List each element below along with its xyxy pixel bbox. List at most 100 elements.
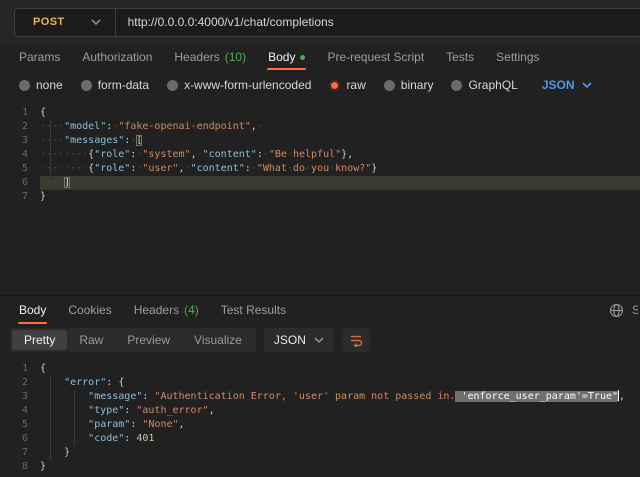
code-content: "type": "auth_error", <box>40 404 640 418</box>
response-format-select[interactable]: JSON <box>264 328 334 352</box>
tab-headers[interactable]: Headers (10) <box>163 44 257 70</box>
indent-guide <box>50 120 51 190</box>
body-type-radio-graphql[interactable]: GraphQL <box>451 78 517 92</box>
body-type-radio-raw[interactable]: raw <box>329 78 365 92</box>
tab-label: Authorization <box>82 50 152 64</box>
tab-label: Cookies <box>68 303 111 317</box>
token: know?" <box>335 163 371 174</box>
response-section: Body Cookies Headers(4)Test Results S Pret… <box>0 295 640 477</box>
body-type-radio-form-data[interactable]: form-data <box>81 78 149 92</box>
globe-icon[interactable] <box>609 303 624 318</box>
token: ···· <box>40 135 64 146</box>
tab-authorization[interactable]: Authorization <box>71 44 163 70</box>
tab-label: Body <box>268 50 295 64</box>
chevron-down-icon <box>91 19 101 25</box>
code-line[interactable]: 2····"model":·"fake-openai-endpoint",· <box>0 120 640 134</box>
token: "type" <box>88 405 124 416</box>
status-text-clipped: S <box>632 303 638 317</box>
response-header: Body Cookies Headers(4)Test Results S <box>0 296 640 324</box>
token: 401 <box>136 433 154 444</box>
view-button-pretty[interactable]: Pretty <box>12 330 67 350</box>
view-button-preview[interactable]: Preview <box>115 330 182 350</box>
body-type-radio-binary[interactable]: binary <box>384 78 434 92</box>
tab-test-results[interactable]: Test Results <box>210 296 297 324</box>
request-body-editor[interactable]: 1{2····"model":·"fake-openai-endpoint",·… <box>0 100 640 295</box>
tab-cookies[interactable]: Cookies <box>57 296 122 324</box>
radio-label: none <box>36 78 63 92</box>
code-content: "error": { <box>40 376 640 390</box>
code-line[interactable]: 4 "type": "auth_error", <box>0 404 640 418</box>
token: "model" <box>64 121 106 132</box>
token <box>40 391 88 402</box>
token: } <box>64 447 70 458</box>
wrap-text-button[interactable] <box>342 328 370 352</box>
response-format-label: JSON <box>274 333 306 347</box>
code-line[interactable]: 7} <box>0 190 640 204</box>
token: , <box>209 405 215 416</box>
code-content: } <box>40 446 640 460</box>
token: } <box>40 461 46 472</box>
code-content: ····"model":·"fake-openai-endpoint",· <box>40 120 640 134</box>
indent-guide <box>50 376 51 460</box>
tab-headers[interactable]: Headers(4) <box>123 296 210 324</box>
code-line[interactable]: 3 "message": "Authentication Error, 'use… <box>0 390 640 404</box>
token: ···· <box>40 121 64 132</box>
radio-label: raw <box>346 78 365 92</box>
code-line[interactable]: 5 "param": "None", <box>0 418 640 432</box>
tab-params[interactable]: Params <box>8 44 71 70</box>
code-line[interactable]: 4········{"role":·"system",·"content":·"… <box>0 148 640 162</box>
token: "role" <box>94 149 130 160</box>
code-content: ····] <box>40 176 640 190</box>
token: "content" <box>203 149 257 160</box>
line-number: 7 <box>0 190 40 204</box>
radio-label: form-data <box>98 78 149 92</box>
tab-pre-request-script[interactable]: Pre-request Script <box>316 44 435 70</box>
view-button-raw[interactable]: Raw <box>67 330 115 350</box>
chevron-down-icon <box>314 337 324 343</box>
tab-count-badge: (10) <box>225 50 246 64</box>
token: "content" <box>191 163 245 174</box>
method-selector[interactable]: POST <box>15 9 115 36</box>
line-number: 5 <box>0 162 40 176</box>
body-format-select[interactable]: JSON <box>542 78 592 92</box>
code-line[interactable]: 8} <box>0 460 640 474</box>
token: do <box>293 163 305 174</box>
code-line[interactable]: 5········{"role":·"user",·"content":·"Wh… <box>0 162 640 176</box>
request-tabs: Params Authorization Headers (10) Body Pre-re… <box>0 44 640 70</box>
body-type-row: none form-data x-www-form-urlencoded raw bin… <box>0 70 640 100</box>
code-line[interactable]: 2 "error": { <box>0 376 640 390</box>
code-line[interactable]: 6····] <box>0 176 640 190</box>
line-number: 6 <box>0 176 40 190</box>
token: "code" <box>88 433 124 444</box>
unsaved-dot-icon <box>300 55 305 60</box>
token: ········ <box>40 163 88 174</box>
tab-body[interactable]: Body <box>8 296 57 324</box>
code-line[interactable]: 1{ <box>0 362 640 376</box>
token: helpful" <box>293 149 341 160</box>
selected-text: 'enforce_user_param'=True" <box>455 391 618 402</box>
code-line[interactable]: 6 "code": 401 <box>0 432 640 446</box>
token: "message" <box>88 391 142 402</box>
line-number: 5 <box>0 418 40 432</box>
view-button-visualize[interactable]: Visualize <box>182 330 254 350</box>
radio-icon <box>451 80 462 91</box>
code-line[interactable]: 3····"messages":·[ <box>0 134 640 148</box>
tab-label: Pre-request Script <box>327 50 424 64</box>
line-number: 3 <box>0 134 40 148</box>
code-line[interactable]: 7 } <box>0 446 640 460</box>
token <box>40 419 88 430</box>
token: "system" <box>142 149 190 160</box>
body-type-radio-none[interactable]: none <box>19 78 63 92</box>
code-line[interactable]: 1{ <box>0 106 640 120</box>
url-input[interactable]: http://0.0.0.0:4000/v1/chat/completions <box>116 15 346 29</box>
body-type-radio-x-www-form-urlencoded[interactable]: x-www-form-urlencoded <box>167 78 311 92</box>
tab-label: Headers <box>134 303 179 317</box>
radio-icon <box>19 80 30 91</box>
tab-tests[interactable]: Tests <box>435 44 485 70</box>
response-toolbar: PrettyRawPreviewVisualize JSON <box>0 324 640 356</box>
code-content: ····"messages":·[ <box>40 134 640 148</box>
tab-settings[interactable]: Settings <box>485 44 550 70</box>
tab-body[interactable]: Body <box>257 44 316 70</box>
tab-label: Headers <box>174 50 219 64</box>
token: "user" <box>142 163 178 174</box>
